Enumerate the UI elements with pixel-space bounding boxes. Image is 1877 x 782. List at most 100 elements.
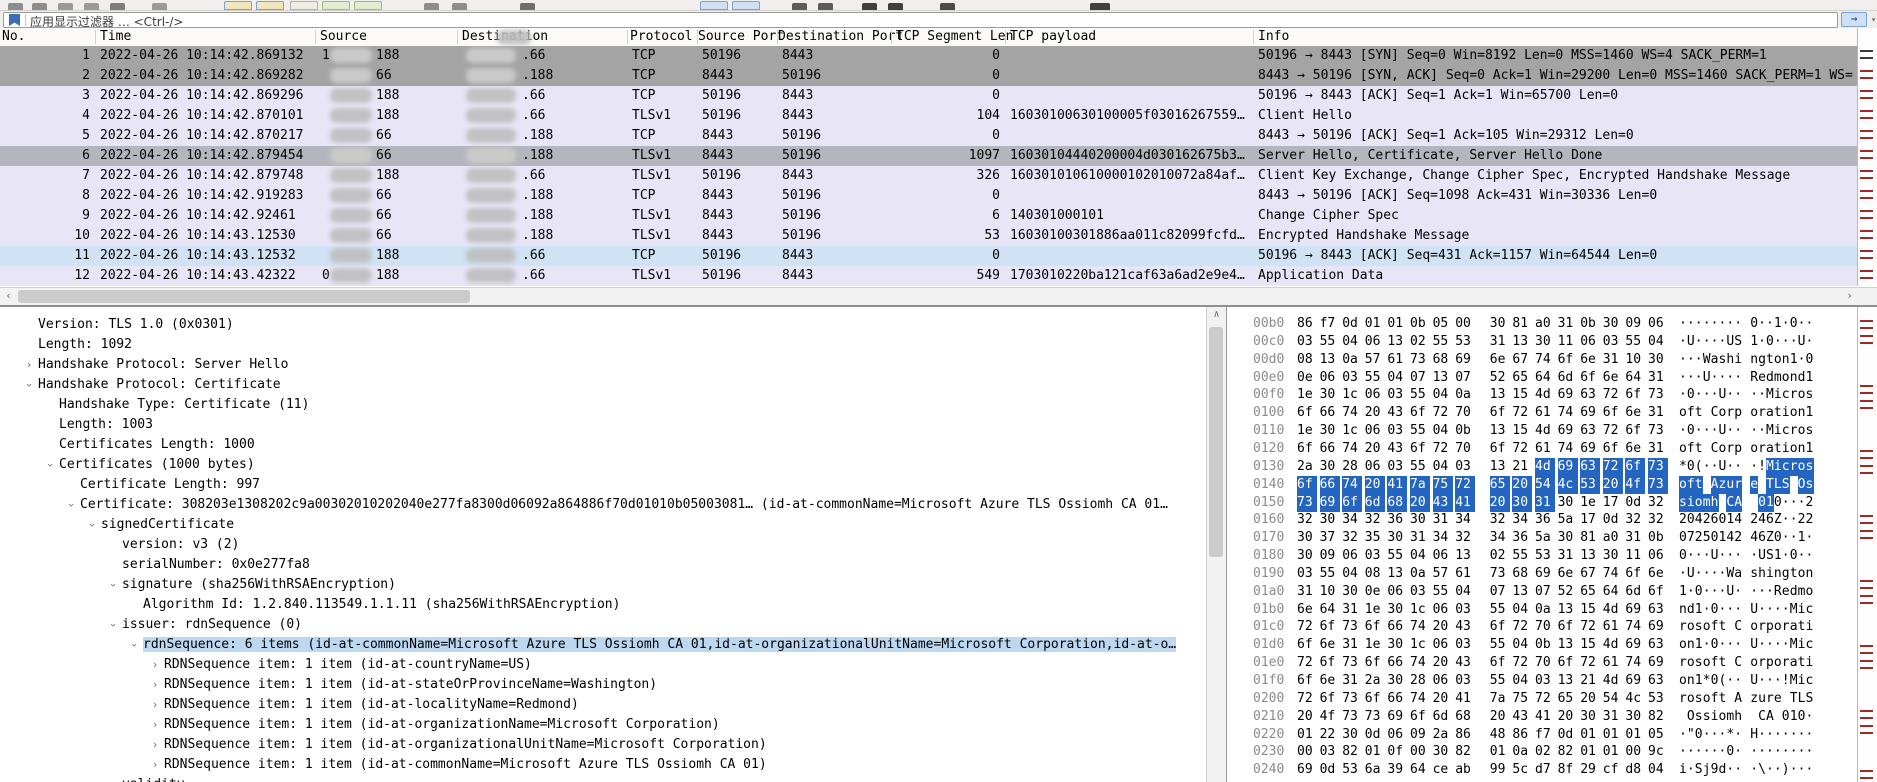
ascii-char[interactable]: o: [1774, 618, 1782, 636]
detail-tree-line[interactable]: Length: 1003: [41, 415, 153, 435]
ascii-char[interactable]: r: [1758, 654, 1766, 672]
detail-tree-line[interactable]: ›Certificate: 308203e1308202c9a003020102…: [62, 495, 1168, 515]
ascii-char[interactable]: 0: [1711, 529, 1719, 547]
ascii-char[interactable]: S: [1734, 333, 1742, 351]
hex-byte[interactable]: 6f: [1320, 690, 1340, 708]
hex-byte[interactable]: 03: [1603, 333, 1623, 351]
hex-byte[interactable]: 8f: [1558, 761, 1578, 779]
hex-byte[interactable]: 30: [1433, 743, 1453, 761]
ascii-char[interactable]: ·: [1790, 333, 1798, 351]
ascii-char[interactable]: r: [1726, 404, 1734, 422]
ascii-char[interactable]: 1: [1774, 547, 1782, 565]
packet-row[interactable]: 122022-04-26 10:14:43.423220188.66TLSv15…: [0, 266, 1857, 286]
toolbar-icon[interactable]: [110, 3, 125, 10]
hex-byte[interactable]: 31: [1410, 529, 1430, 547]
hex-byte[interactable]: 43: [1387, 440, 1407, 458]
ascii-char[interactable]: 1: [1774, 315, 1782, 333]
ascii-char[interactable]: U: [1750, 672, 1758, 690]
ascii-char[interactable]: ·: [1703, 458, 1711, 476]
hex-byte[interactable]: 30: [1320, 511, 1340, 529]
ascii-char[interactable]: i: [1798, 601, 1806, 619]
ascii-char[interactable]: C: [1734, 654, 1742, 672]
ascii-char[interactable]: ·: [1695, 743, 1703, 761]
ascii-char[interactable]: r: [1782, 618, 1790, 636]
hex-byte[interactable]: 66: [1387, 690, 1407, 708]
detail-tree-line[interactable]: ›Certificates (1000 bytes): [41, 455, 255, 475]
ascii-char[interactable]: ·: [1703, 636, 1711, 654]
column-separator[interactable]: [627, 30, 628, 44]
hex-row[interactable]: 01101e301c060355040b13154d6963726f73·0··…: [1227, 422, 1858, 440]
hex-byte[interactable]: 32: [1455, 529, 1475, 547]
hex-byte[interactable]: 31: [1490, 333, 1510, 351]
ascii-char[interactable]: a: [1790, 654, 1798, 672]
ascii-char[interactable]: ·: [1750, 547, 1758, 565]
hex-byte[interactable]: 31: [1535, 494, 1555, 512]
hex-row[interactable]: 015073696f6d68204341203031301e170d32siom…: [1227, 494, 1858, 512]
hex-byte[interactable]: 01: [1625, 726, 1645, 744]
hex-byte[interactable]: 04: [1342, 565, 1362, 583]
hex-byte[interactable]: 55: [1433, 333, 1453, 351]
ascii-char[interactable]: o: [1774, 654, 1782, 672]
ascii-char[interactable]: h: [1734, 708, 1742, 726]
hex-byte[interactable]: 4c: [1558, 476, 1578, 494]
ascii-char[interactable]: ·: [1782, 333, 1790, 351]
hex-byte[interactable]: 1e: [1297, 386, 1317, 404]
expanded-arrow-icon[interactable]: ›: [82, 516, 102, 534]
ascii-char[interactable]: f: [1687, 440, 1695, 458]
hex-row[interactable]: 0240690d536a3964ceab995cd78f29cfd804i·Sj…: [1227, 761, 1858, 779]
hex-byte[interactable]: 52: [1558, 583, 1578, 601]
ascii-char[interactable]: n: [1687, 672, 1695, 690]
hex-row[interactable]: 0200726f736f667420417a75726520544c53roso…: [1227, 690, 1858, 708]
hex-byte[interactable]: 43: [1455, 654, 1475, 672]
ascii-char[interactable]: z: [1750, 690, 1758, 708]
hex-byte[interactable]: 04: [1387, 369, 1407, 387]
hex-byte[interactable]: 31: [1648, 369, 1668, 387]
ascii-char[interactable]: 1: [1790, 708, 1798, 726]
hex-byte[interactable]: 15: [1580, 636, 1600, 654]
hex-byte[interactable]: 53: [1342, 761, 1362, 779]
hex-byte[interactable]: f7: [1320, 315, 1340, 333]
ascii-char[interactable]: ·: [1726, 761, 1734, 779]
hex-byte[interactable]: 04: [1512, 636, 1532, 654]
detail-tree-line[interactable]: Certificate Length: 997: [62, 475, 260, 495]
packet-row[interactable]: 42022-04-26 10:14:42.870101188.66TLSv150…: [0, 106, 1857, 126]
ascii-char[interactable]: ·: [1726, 547, 1734, 565]
hex-byte[interactable]: 72: [1512, 440, 1532, 458]
toolbar-icon[interactable]: [58, 3, 73, 10]
ascii-char[interactable]: ·: [1782, 726, 1790, 744]
hex-byte[interactable]: 01: [1580, 726, 1600, 744]
hex-byte[interactable]: 01: [1490, 743, 1510, 761]
hex-byte[interactable]: 72: [1580, 654, 1600, 672]
hex-byte[interactable]: 0d: [1365, 726, 1385, 744]
ascii-char[interactable]: ·: [1790, 494, 1798, 512]
ascii-char[interactable]: L: [1774, 476, 1782, 494]
ascii-char[interactable]: \: [1758, 761, 1766, 779]
hex-byte[interactable]: 01: [1603, 743, 1623, 761]
hex-byte[interactable]: 02: [1535, 743, 1555, 761]
ascii-char[interactable]: 1: [1726, 511, 1734, 529]
ascii-char[interactable]: ·: [1726, 386, 1734, 404]
ascii-char[interactable]: o: [1750, 618, 1758, 636]
ascii-char[interactable]: d: [1766, 369, 1774, 387]
toolbar-icon[interactable]: [700, 1, 728, 10]
ascii-char[interactable]: ·: [1774, 761, 1782, 779]
hex-byte[interactable]: 20: [1410, 494, 1430, 512]
hex-byte[interactable]: 52: [1490, 369, 1510, 387]
detail-tree-line[interactable]: ›rdnSequence: 6 items (id-at-commonName=…: [125, 635, 1176, 655]
ascii-char[interactable]: ·: [1774, 333, 1782, 351]
ascii-char[interactable]: ·: [1798, 726, 1806, 744]
ascii-char[interactable]: e: [1782, 583, 1790, 601]
hex-byte[interactable]: 03: [1342, 369, 1362, 387]
ascii-char[interactable]: f: [1711, 690, 1719, 708]
ascii-char[interactable]: n: [1790, 369, 1798, 387]
ascii-char[interactable]: ·: [1734, 386, 1742, 404]
hex-byte[interactable]: 5a: [1558, 511, 1578, 529]
hex-byte[interactable]: 72: [1603, 386, 1623, 404]
hex-byte[interactable]: 43: [1512, 708, 1532, 726]
ascii-char[interactable]: ·: [1750, 458, 1758, 476]
packet-row[interactable]: 102022-04-26 10:14:43.1253066.188TLSv184…: [0, 226, 1857, 246]
hex-byte[interactable]: 13: [1387, 565, 1407, 583]
toolbar-icon[interactable]: [520, 3, 535, 10]
hex-byte[interactable]: 30: [1558, 494, 1578, 512]
hex-byte[interactable]: 11: [1558, 333, 1578, 351]
